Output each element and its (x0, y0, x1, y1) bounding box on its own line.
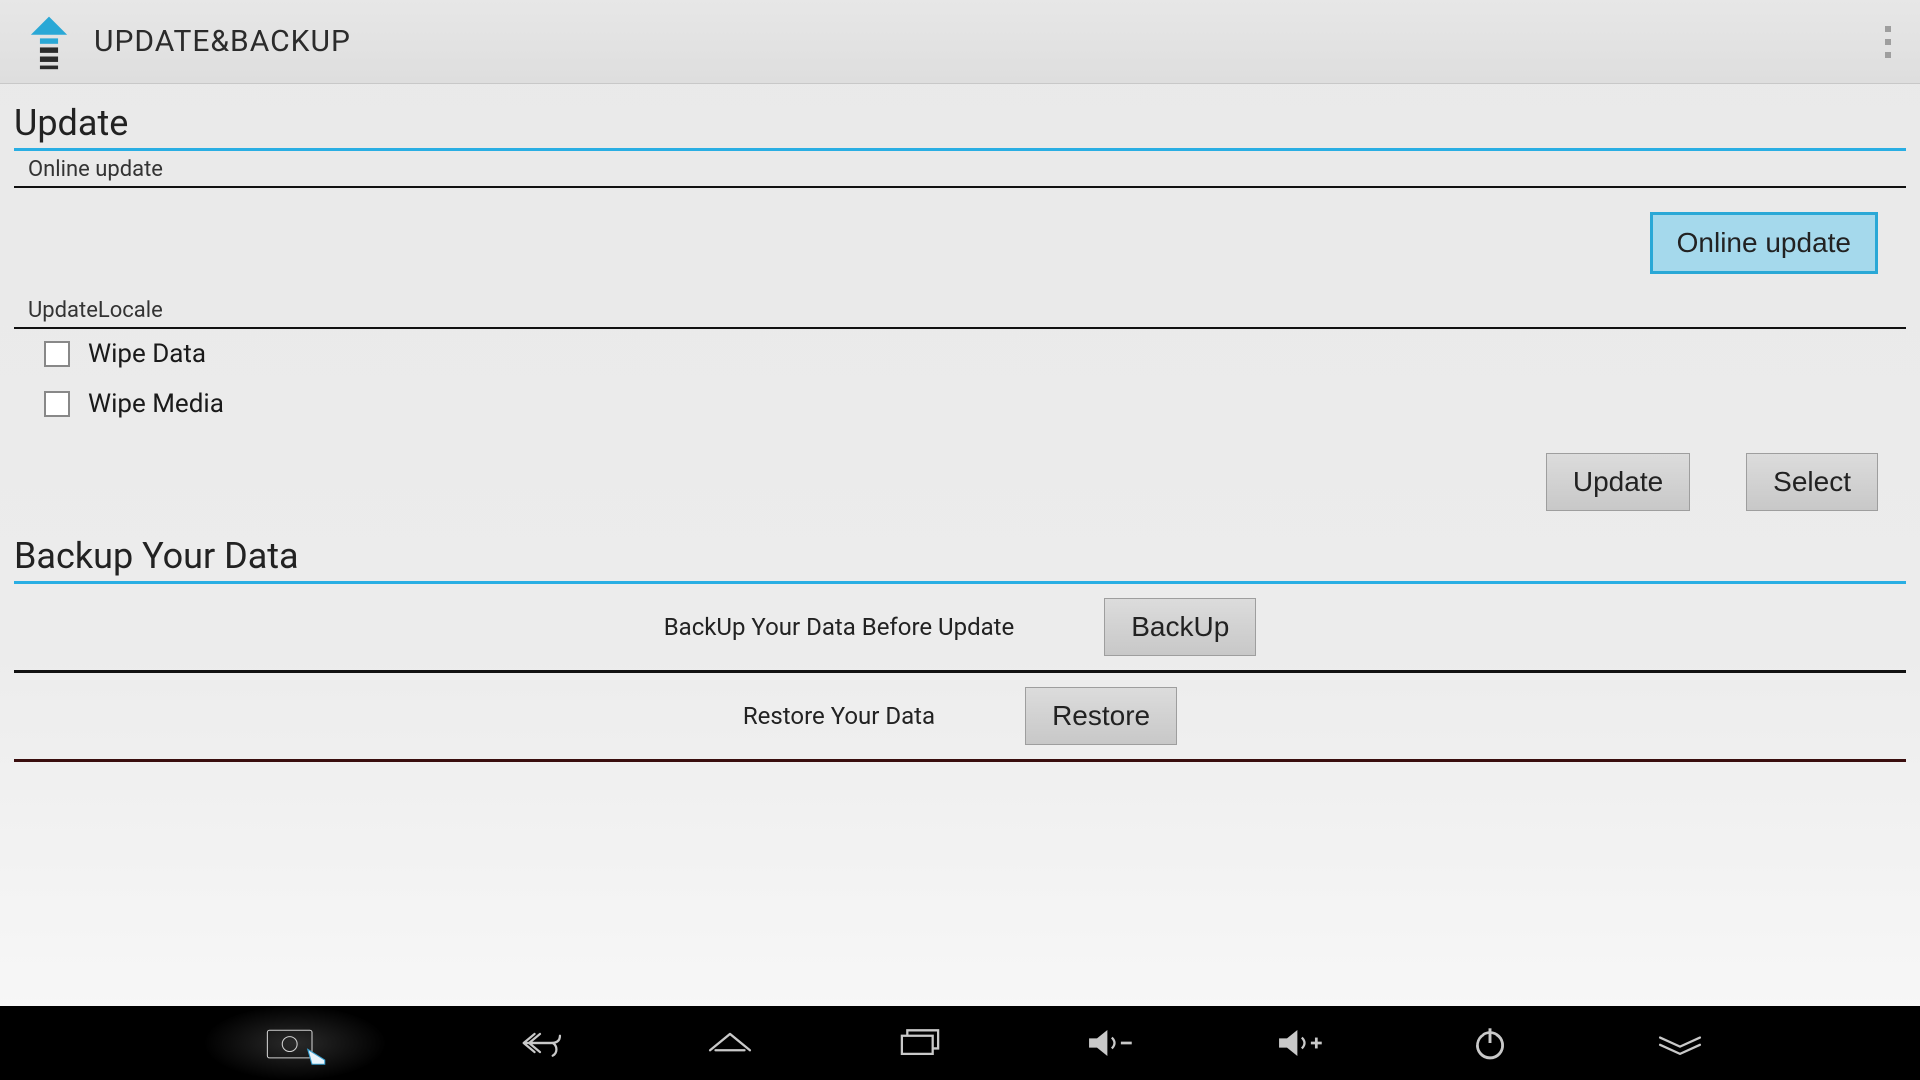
backup-label: BackUp Your Data Before Update (664, 613, 1015, 641)
wipe-media-row[interactable]: Wipe Media (14, 379, 1906, 429)
expand-nav-button[interactable] (1645, 1018, 1715, 1068)
online-update-button[interactable]: Online update (1650, 212, 1878, 274)
wipe-data-checkbox[interactable] (44, 341, 70, 367)
system-navbar (0, 1006, 1920, 1080)
appbar: UPDATE&BACKUP (0, 0, 1920, 84)
wipe-media-label: Wipe Media (88, 389, 224, 419)
screenshot-nav-button[interactable] (205, 1006, 385, 1080)
backup-heading: Backup Your Data (14, 529, 1906, 584)
back-nav-button[interactable] (505, 1018, 575, 1068)
restore-button[interactable]: Restore (1025, 687, 1177, 745)
online-update-subheader: Online update (14, 151, 1906, 188)
select-button[interactable]: Select (1746, 453, 1878, 511)
update-heading: Update (14, 96, 1906, 151)
volume-down-nav-button[interactable] (1075, 1018, 1145, 1068)
power-nav-button[interactable] (1455, 1018, 1525, 1068)
online-update-row: Online update (14, 188, 1906, 292)
update-button[interactable]: Update (1546, 453, 1690, 511)
backup-row: BackUp Your Data Before Update BackUp (14, 584, 1906, 673)
content-area: Update Online update Online update Updat… (0, 84, 1920, 762)
backup-button[interactable]: BackUp (1104, 598, 1256, 656)
volume-up-nav-button[interactable] (1265, 1018, 1335, 1068)
app-title: UPDATE&BACKUP (94, 24, 351, 59)
wipe-data-label: Wipe Data (88, 339, 206, 369)
wipe-data-row[interactable]: Wipe Data (14, 329, 1906, 379)
update-locale-subheader: UpdateLocale (14, 292, 1906, 329)
wipe-media-checkbox[interactable] (44, 391, 70, 417)
recent-apps-nav-button[interactable] (885, 1018, 955, 1068)
update-locale-button-row: Update Select (14, 429, 1906, 529)
home-nav-button[interactable] (695, 1018, 765, 1068)
app-upload-icon (20, 13, 78, 71)
restore-row: Restore Your Data Restore (14, 673, 1906, 762)
restore-label: Restore Your Data (743, 702, 935, 730)
overflow-menu-icon[interactable] (1878, 26, 1898, 58)
